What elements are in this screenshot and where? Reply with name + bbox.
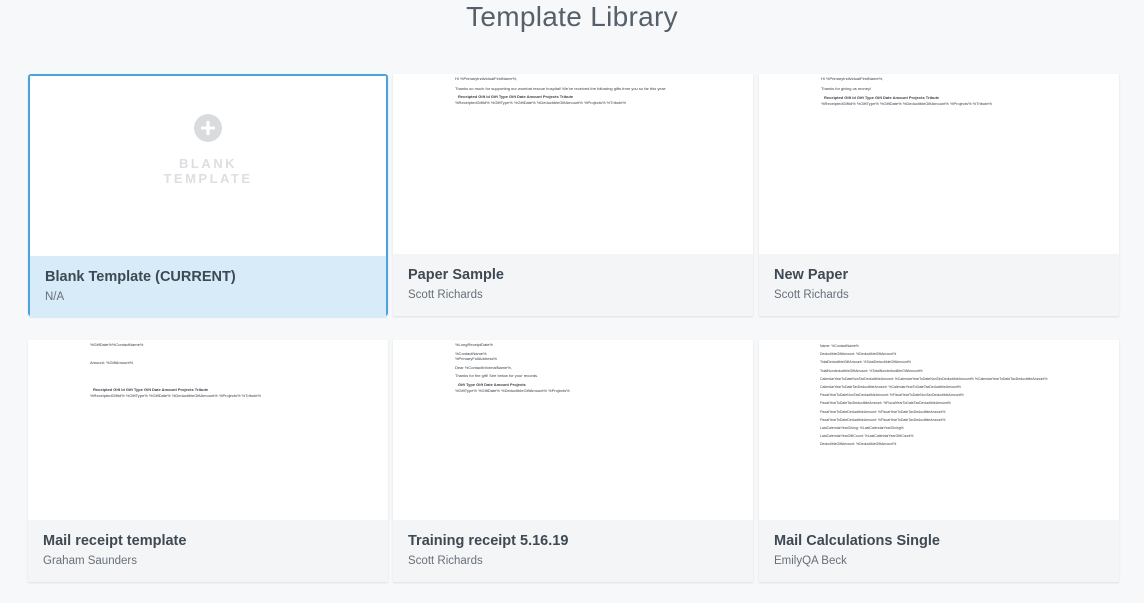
template-meta: Training receipt 5.16.19 Scott Richards — [393, 520, 753, 582]
template-meta: Mail Calculations Single EmilyQA Beck — [759, 520, 1119, 582]
template-card-training-receipt[interactable]: %LongReceiptDate% %ContactName% %Primary… — [393, 340, 753, 582]
template-title: Paper Sample — [408, 267, 504, 283]
template-card-paper-sample[interactable]: Hi %PrimaryIndividualFirstName%, Thanks … — [393, 74, 753, 316]
template-preview: BLANK TEMPLATE — [30, 76, 386, 254]
page-title: Template Library — [466, 1, 678, 32]
template-preview: %LongReceiptDate% %ContactName% %Primary… — [393, 340, 753, 520]
template-title: Training receipt 5.16.19 — [408, 533, 569, 549]
template-author: Scott Richards — [774, 289, 849, 301]
document-preview-text: %LongReceiptDate% %ContactName% %Primary… — [455, 342, 570, 393]
template-author: Graham Saunders — [43, 555, 137, 567]
template-preview: Hi %PrimaryIndividualFirstName%, Thanks … — [393, 74, 753, 254]
template-author: N/A — [45, 291, 65, 303]
template-meta: New Paper Scott Richards — [759, 254, 1119, 316]
template-title: Mail receipt template — [43, 533, 187, 549]
blank-template-label: BLANK TEMPLATE — [163, 156, 253, 186]
template-title: Mail Calculations Single — [774, 533, 940, 549]
template-preview: Name: %ContactName% DeductibleGiftAmount… — [759, 340, 1119, 520]
plus-circle-icon — [194, 114, 222, 142]
template-author: Scott Richards — [408, 289, 483, 301]
template-card-mail-receipt[interactable]: %GiftDate%%ContactName% Amount: %GiftAmo… — [28, 340, 388, 582]
template-preview: %GiftDate%%ContactName% Amount: %GiftAmo… — [28, 340, 388, 520]
template-card-blank[interactable]: BLANK TEMPLATE Blank Template (CURRENT) … — [28, 74, 388, 318]
template-preview: Hi %PrimaryIndividualFirstName%, Thanks … — [759, 74, 1119, 254]
blank-template-art: BLANK TEMPLATE — [30, 114, 386, 186]
template-author: EmilyQA Beck — [774, 555, 847, 567]
document-preview-text: Name: %ContactName% DeductibleGiftAmount… — [820, 344, 1048, 447]
template-meta: Mail receipt template Graham Saunders — [28, 520, 388, 582]
template-title: Blank Template (CURRENT) — [45, 269, 236, 285]
document-preview-text: %GiftDate%%ContactName% Amount: %GiftAmo… — [90, 342, 262, 398]
template-card-new-paper[interactable]: Hi %PrimaryIndividualFirstName%, Thanks … — [759, 74, 1119, 316]
document-preview-text: Hi %PrimaryIndividualFirstName%, Thanks … — [821, 76, 993, 106]
template-title: New Paper — [774, 267, 849, 283]
template-meta: Blank Template (CURRENT) N/A — [30, 256, 386, 318]
template-card-mail-calculations[interactable]: Name: %ContactName% DeductibleGiftAmount… — [759, 340, 1119, 582]
template-meta: Paper Sample Scott Richards — [393, 254, 753, 316]
template-author: Scott Richards — [408, 555, 483, 567]
document-preview-text: Hi %PrimaryIndividualFirstName%, Thanks … — [455, 76, 667, 105]
